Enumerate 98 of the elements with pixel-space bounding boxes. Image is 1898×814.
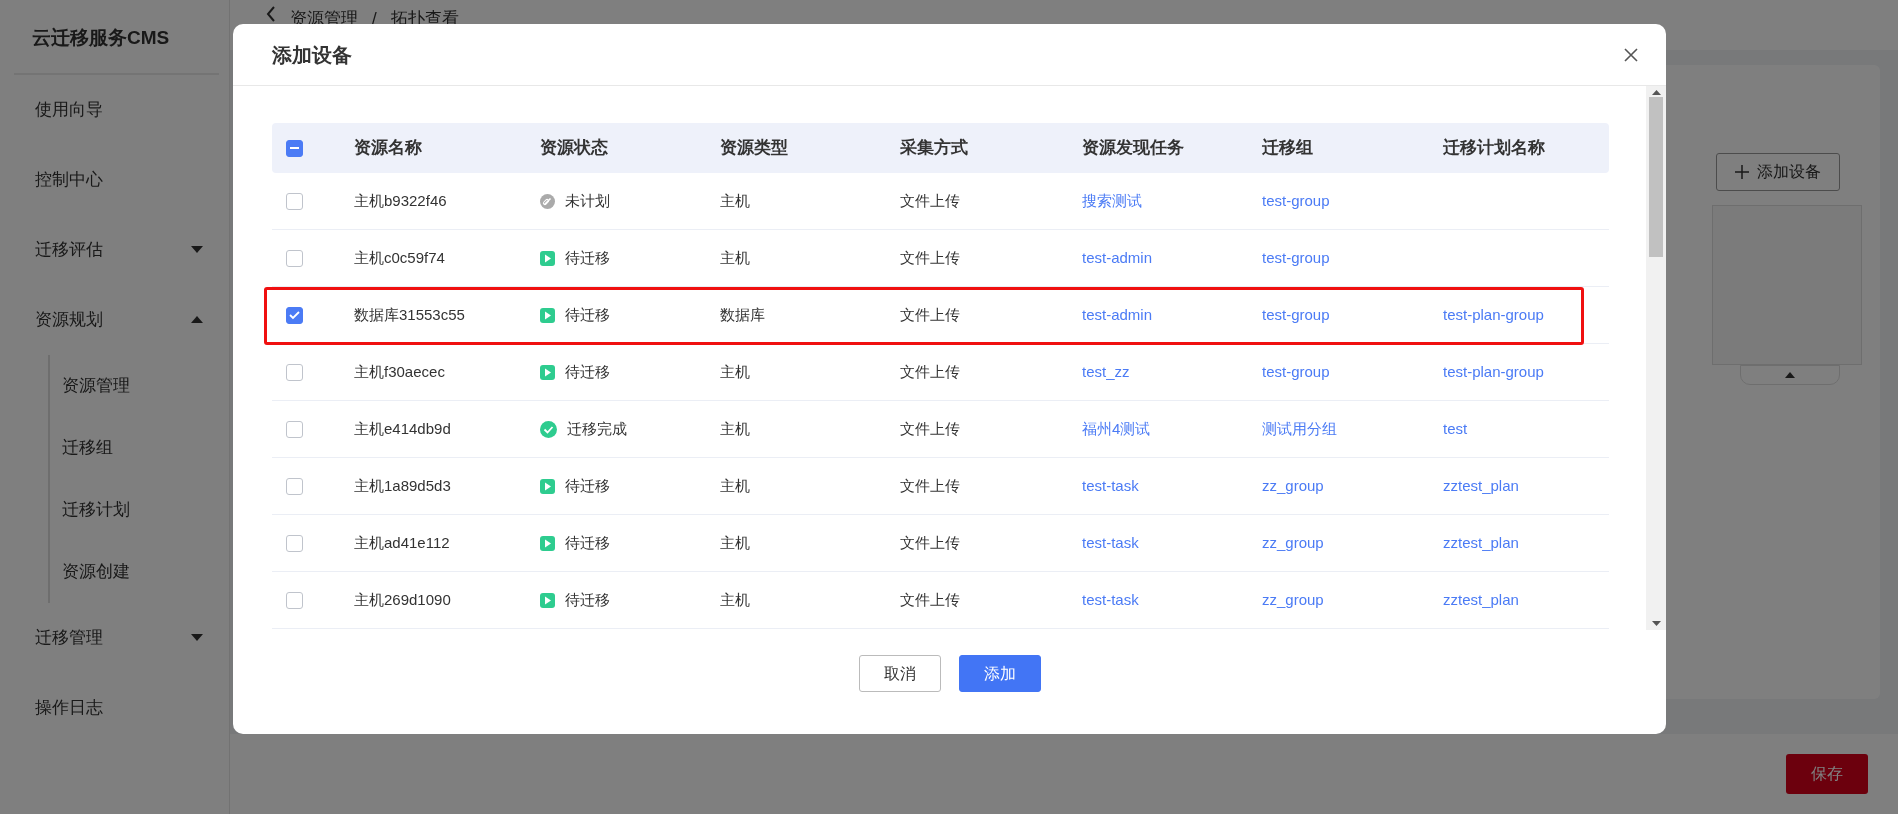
sidebar-subitem[interactable]: 资源创建: [50, 540, 229, 603]
column-header: 迁移组: [1262, 137, 1314, 160]
table-cell-text: 主机e414db9d: [354, 418, 452, 439]
task-link[interactable]: 搜索测试: [1082, 191, 1142, 209]
collapse-tab[interactable]: [1740, 365, 1840, 385]
caret-icon: [1651, 90, 1661, 95]
group-link[interactable]: zz_group: [1262, 476, 1324, 494]
minus-icon: [290, 147, 299, 149]
sidebar-item[interactable]: 使用向导: [0, 74, 229, 145]
table-cell-text: 主机: [720, 361, 751, 382]
group-link[interactable]: test-group: [1262, 191, 1330, 209]
group-link[interactable]: 测试用分组: [1262, 419, 1337, 437]
sidebar-item[interactable]: 迁移评估: [0, 214, 229, 285]
select-all-checkbox[interactable]: [286, 139, 303, 157]
group-link[interactable]: test-group: [1262, 248, 1330, 266]
table-cell-text: 文件上传: [900, 475, 961, 496]
task-link[interactable]: test-task: [1082, 590, 1139, 608]
sidebar-subitem[interactable]: 迁移计划: [50, 478, 229, 541]
table-cell-text: 主机f30aecec: [354, 361, 446, 382]
table-cell-text: 文件上传: [900, 190, 961, 211]
task-link[interactable]: test-admin: [1082, 248, 1153, 266]
column-header: 采集方式: [900, 137, 969, 160]
table-cell-text: 主机c0c59f74: [354, 247, 446, 268]
task-link[interactable]: test_zz: [1082, 362, 1130, 380]
row-checkbox[interactable]: [286, 477, 303, 495]
task-link[interactable]: test-task: [1082, 476, 1139, 494]
row-checkbox[interactable]: [286, 249, 303, 267]
row-checkbox[interactable]: [286, 534, 303, 552]
plan-link[interactable]: zztest_plan: [1443, 533, 1519, 551]
column-header: 资源发现任务: [1082, 137, 1185, 160]
table-cell-text: 数据库31553c55: [354, 304, 466, 325]
status-text: 待迁移: [565, 247, 610, 268]
column-header: 资源名称: [354, 137, 423, 160]
table-cell-text: 数据库: [720, 304, 766, 325]
row-checkbox[interactable]: [286, 306, 303, 324]
plan-link[interactable]: zztest_plan: [1443, 590, 1519, 608]
group-link[interactable]: zz_group: [1262, 590, 1324, 608]
table-cell-text: 文件上传: [900, 532, 961, 553]
caret-icon: [1785, 372, 1795, 378]
table-cell-text: 主机b9322f46: [354, 190, 448, 211]
task-link[interactable]: test-task: [1082, 533, 1139, 551]
column-header: 资源类型: [720, 137, 789, 160]
scrollbar[interactable]: [1646, 86, 1666, 630]
sidebar-item[interactable]: 控制中心: [0, 144, 229, 215]
column-header: 资源状态: [540, 137, 609, 160]
row-checkbox[interactable]: [286, 591, 303, 609]
status-text: 待迁移: [565, 589, 610, 610]
table-cell-text: 文件上传: [900, 418, 961, 439]
table-cell-text: 主机269d1090: [354, 589, 452, 610]
back-icon: [266, 6, 276, 22]
row-checkbox[interactable]: [286, 420, 303, 438]
table-cell-text: 文件上传: [900, 304, 961, 325]
group-link[interactable]: test-group: [1262, 305, 1330, 323]
table-cell-text: 主机: [720, 475, 751, 496]
close-icon: [1624, 48, 1638, 63]
check-icon: [289, 310, 300, 320]
plan-link[interactable]: test: [1443, 419, 1468, 437]
sidebar-subitem[interactable]: 资源管理: [50, 354, 229, 417]
plan-link[interactable]: test-plan-group: [1443, 305, 1544, 323]
dialog-title: 添加设备: [272, 42, 352, 68]
status-text: 待迁移: [565, 361, 610, 382]
table-cell-text: 主机: [720, 247, 751, 268]
row-checkbox[interactable]: [286, 192, 303, 210]
table-cell-text: 主机: [720, 589, 751, 610]
table-cell-text: 主机: [720, 418, 751, 439]
add-button[interactable]: 添加: [958, 655, 1041, 692]
sidebar-item[interactable]: 迁移管理: [0, 602, 229, 673]
plan-link[interactable]: zztest_plan: [1443, 476, 1519, 494]
sidebar-item[interactable]: 资源规划: [0, 284, 229, 355]
plan-link[interactable]: test-plan-group: [1443, 362, 1544, 380]
breadcrumb-separator: /: [372, 8, 377, 30]
group-link[interactable]: test-group: [1262, 362, 1330, 380]
plus-icon: [1735, 165, 1749, 179]
save-button[interactable]: 保存: [1786, 754, 1868, 794]
table-cell-text: 文件上传: [900, 247, 961, 268]
status-text: 待迁移: [565, 475, 610, 496]
sidebar-item[interactable]: 操作日志: [0, 672, 229, 743]
table-cell-text: 主机: [720, 532, 751, 553]
group-link[interactable]: zz_group: [1262, 533, 1324, 551]
column-header: 迁移计划名称: [1443, 137, 1546, 160]
task-link[interactable]: test-admin: [1082, 305, 1153, 323]
add-device-button[interactable]: 添加设备: [1716, 153, 1840, 191]
table-cell-text: 主机: [720, 190, 751, 211]
status-text: 未计划: [565, 190, 610, 211]
status-text: 待迁移: [565, 304, 610, 325]
scrollbar-thumb[interactable]: [1649, 97, 1663, 257]
task-link[interactable]: 福州4测试: [1082, 419, 1151, 437]
table-cell-text: 主机ad41e112: [354, 532, 451, 553]
status-text: 待迁移: [565, 532, 610, 553]
status-text: 迁移完成: [567, 418, 627, 439]
app-title: 云迁移服务CMS: [14, 0, 219, 75]
caret-icon: [1651, 621, 1661, 626]
table-cell-text: 主机1a89d5d3: [354, 475, 452, 496]
row-checkbox[interactable]: [286, 363, 303, 381]
table-cell-text: 文件上传: [900, 361, 961, 382]
sidebar-subitem[interactable]: 迁移组: [50, 416, 229, 479]
cancel-button[interactable]: 取消: [858, 655, 941, 692]
table-cell-text: 文件上传: [900, 589, 961, 610]
